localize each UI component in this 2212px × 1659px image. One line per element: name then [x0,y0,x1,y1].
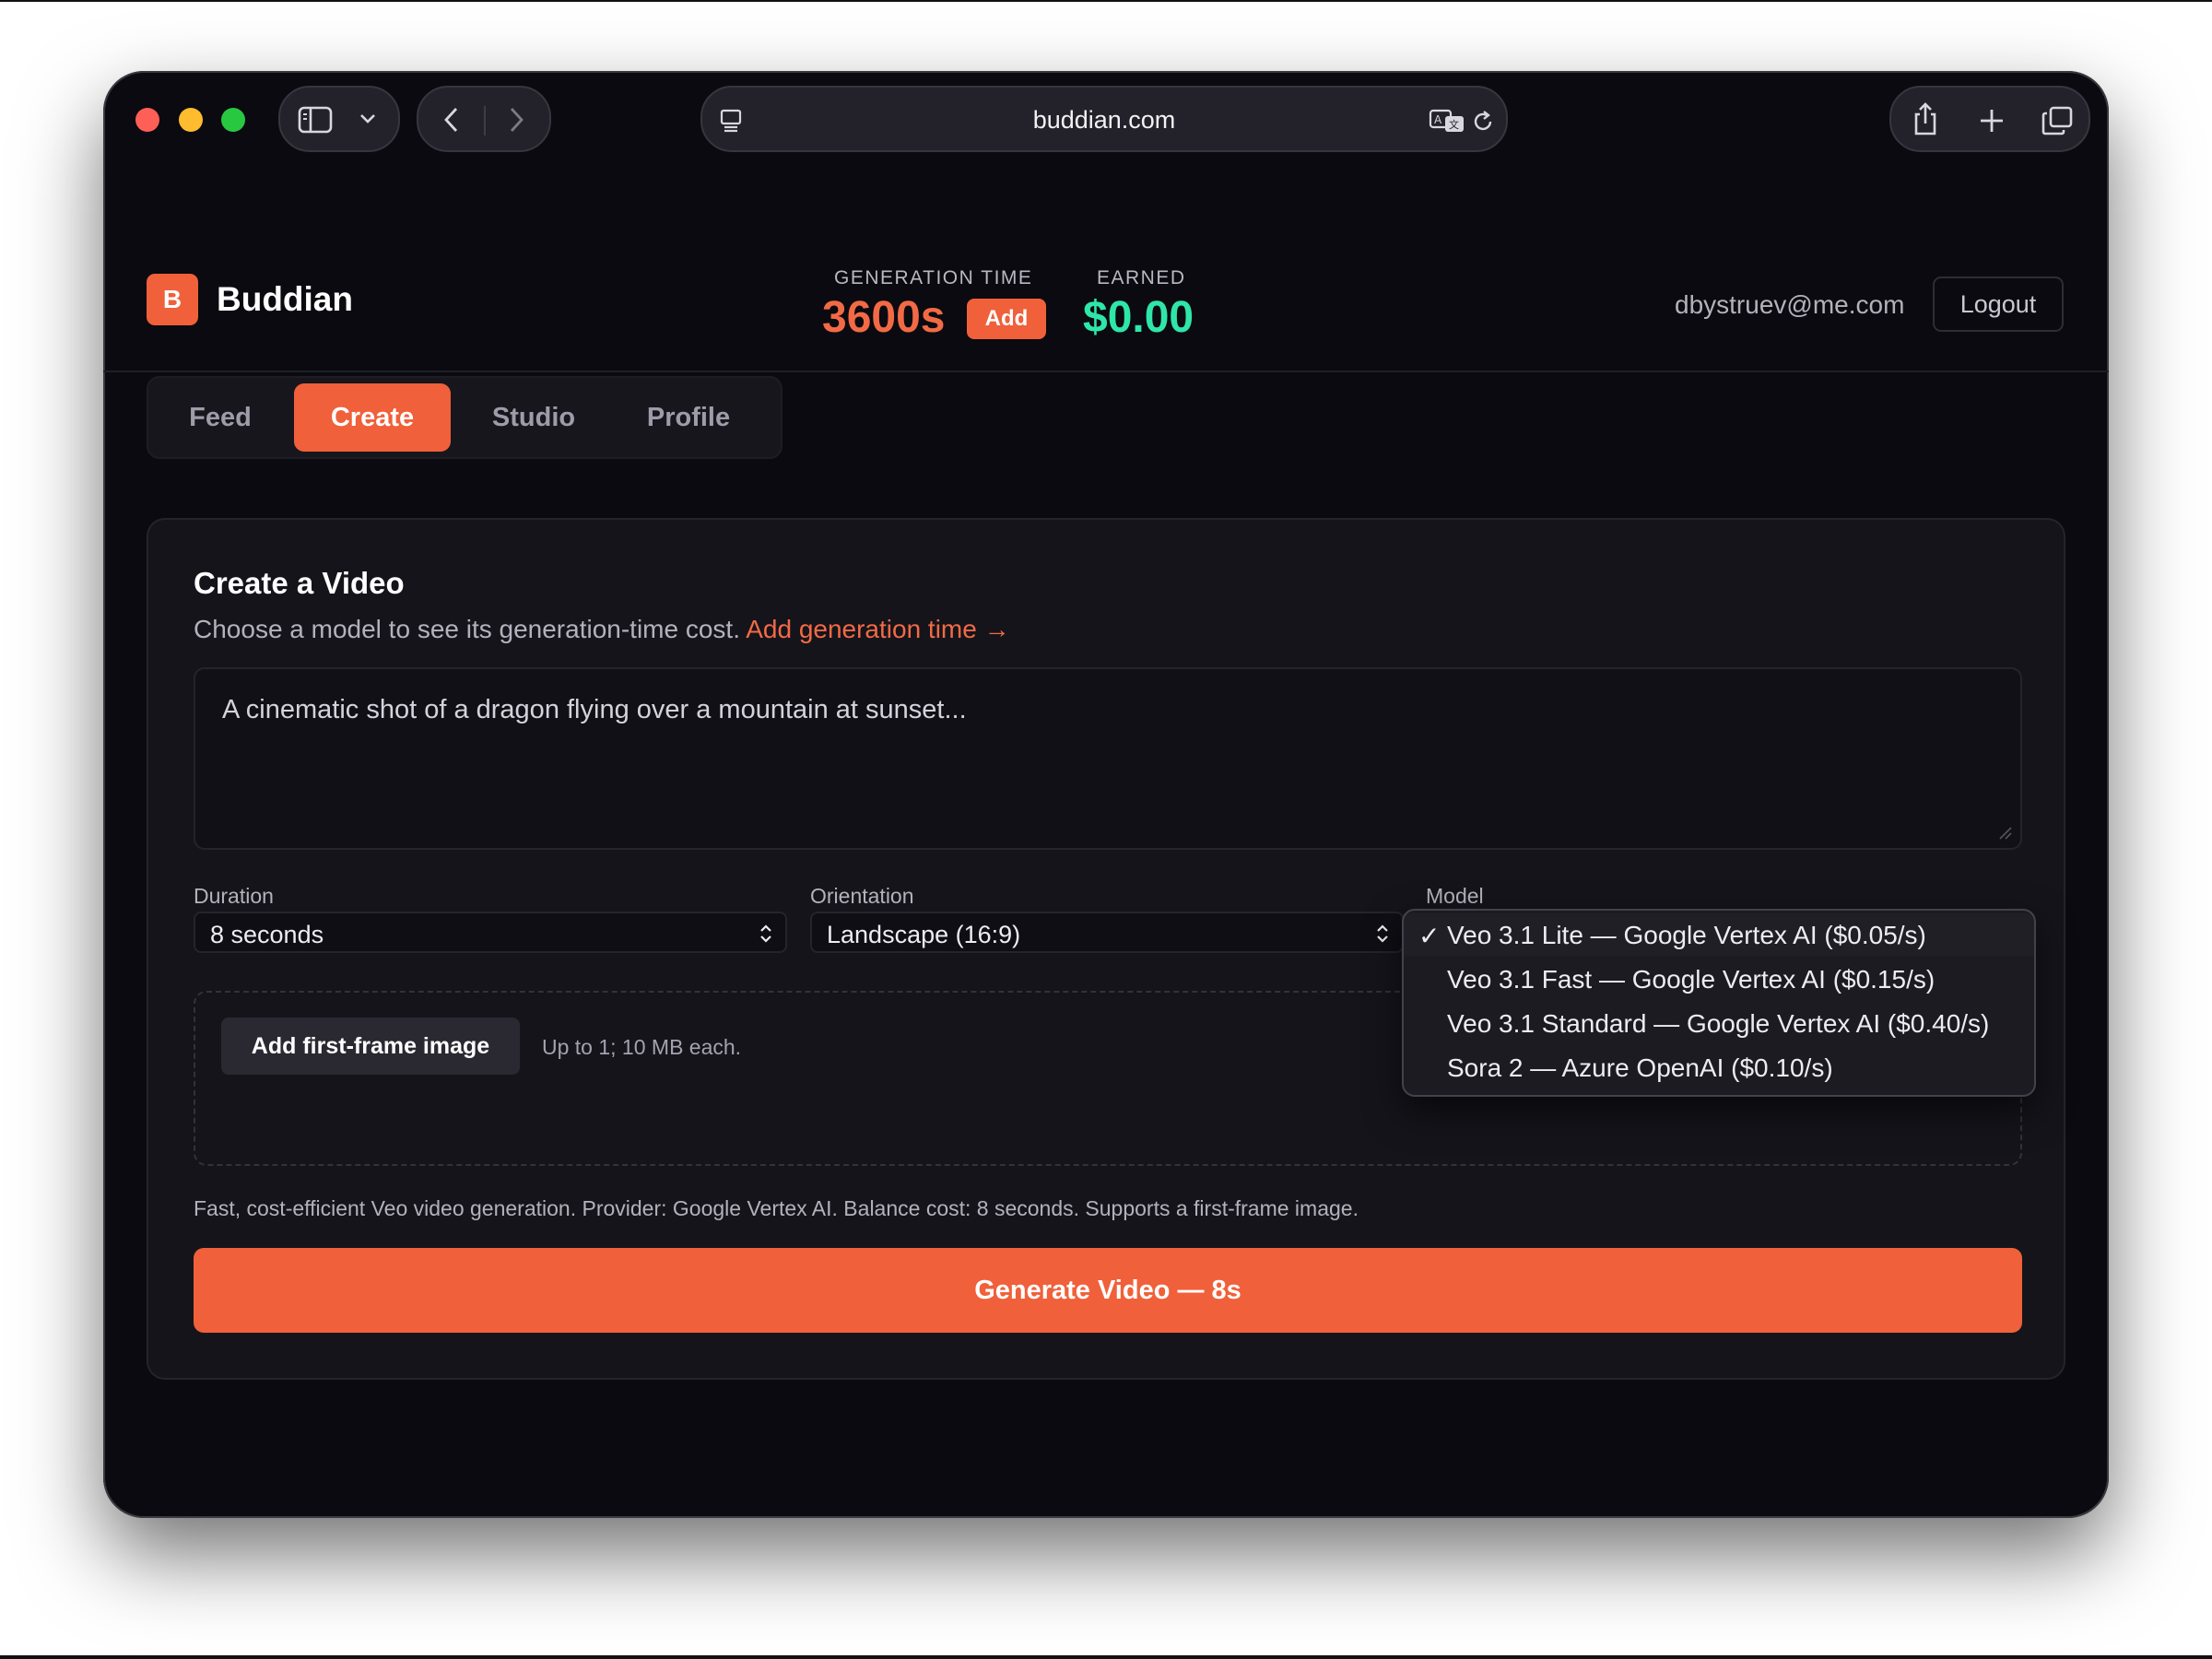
tab-feed[interactable]: Feed [158,383,283,452]
add-generation-time-link[interactable]: Add generation time → [746,615,1009,643]
chevron-down-icon[interactable] [359,112,377,125]
card-subtitle: Choose a model to see its generation-tim… [194,615,1010,644]
duration-select[interactable]: 8 seconds [194,912,787,953]
window-actions-group [1889,86,2090,152]
generation-time-label: GENERATION TIME [834,267,1033,288]
generation-time-value: 3600s [822,293,946,342]
orientation-label: Orientation [810,884,914,908]
svg-text:文: 文 [1449,118,1459,131]
select-arrows-icon [760,924,771,943]
select-arrows-icon [1377,924,1388,943]
logo-badge[interactable]: B [147,274,198,325]
navigation-group [417,86,551,152]
screen-top-border [0,0,2212,2]
model-option-label: Veo 3.1 Standard — Google Vertex AI ($0.… [1447,1009,1990,1038]
model-option-veo-fast[interactable]: Veo 3.1 Fast — Google Vertex AI ($0.15/s… [1404,958,2034,1000]
browser-window: buddian.com A文 B Buddian GENERATION TIME… [103,71,2109,1518]
screen-bottom-border [0,1655,2212,1659]
share-icon[interactable] [1912,100,1939,137]
add-time-button[interactable]: Add [967,299,1046,339]
earned-label: EARNED [1097,267,1186,288]
reload-icon[interactable] [1471,109,1495,135]
tab-create[interactable]: Create [294,383,451,452]
user-email: dbystruev@me.com [1675,290,1905,319]
generate-video-button[interactable]: Generate Video — 8s [194,1248,2022,1333]
app-header: B Buddian GENERATION TIME 3600s Add EARN… [103,195,2109,372]
logout-button[interactable]: Logout [1933,276,2064,332]
forward-arrow-icon[interactable] [507,106,525,134]
back-arrow-icon[interactable] [442,106,461,134]
checkmark-icon: ✓ [1418,922,1441,950]
orientation-value: Landscape (16:9) [827,921,1021,948]
nav-divider [484,106,486,135]
prompt-textarea[interactable]: A cinematic shot of a dragon flying over… [194,667,2022,850]
app-name[interactable]: Buddian [217,280,353,319]
address-bar[interactable]: buddian.com A文 [700,86,1508,152]
duration-value: 8 seconds [210,921,324,948]
tab-profile[interactable]: Profile [615,383,762,452]
close-window-button[interactable] [135,108,159,132]
model-label: Model [1426,884,1484,908]
card-title: Create a Video [194,566,405,600]
earned-value: $0.00 [1083,293,1194,342]
model-description: Fast, cost-efficient Veo video generatio… [194,1196,1359,1220]
translate-icon[interactable]: A文 [1429,108,1465,134]
model-option-veo-standard[interactable]: Veo 3.1 Standard — Google Vertex AI ($0.… [1404,1002,2034,1044]
prompt-placeholder: A cinematic shot of a dragon flying over… [222,695,967,724]
tab-studio[interactable]: Studio [460,383,607,452]
zoom-window-button[interactable] [221,108,245,132]
main-tabs: Feed Create Studio Profile [147,376,782,459]
card-subtitle-text: Choose a model to see its generation-tim… [194,615,740,643]
model-option-sora-2[interactable]: Sora 2 — Azure OpenAI ($0.10/s) [1404,1046,2034,1088]
model-option-label: Sora 2 — Azure OpenAI ($0.10/s) [1447,1053,1833,1082]
minimize-window-button[interactable] [179,108,203,132]
model-option-label: Veo 3.1 Fast — Google Vertex AI ($0.15/s… [1447,965,1936,994]
svg-text:A: A [1434,113,1442,126]
url-text: buddian.com [1032,106,1176,134]
model-dropdown-menu: ✓ Veo 3.1 Lite — Google Vertex AI ($0.05… [1402,909,2036,1097]
resize-handle-icon[interactable] [1996,824,2013,841]
sidebar-toggle-group [278,86,400,152]
duration-label: Duration [194,884,274,908]
model-option-veo-lite[interactable]: ✓ Veo 3.1 Lite — Google Vertex AI ($0.05… [1404,913,2034,956]
sidebar-icon[interactable] [298,106,333,134]
new-tab-plus-icon[interactable] [1978,107,2006,135]
orientation-select[interactable]: Landscape (16:9) [810,912,1404,953]
tab-overview-icon[interactable] [2041,105,2074,136]
add-first-frame-button[interactable]: Add first-frame image [221,1018,520,1075]
first-frame-note: Up to 1; 10 MB each. [542,1035,742,1059]
model-option-label: Veo 3.1 Lite — Google Vertex AI ($0.05/s… [1447,921,1926,949]
